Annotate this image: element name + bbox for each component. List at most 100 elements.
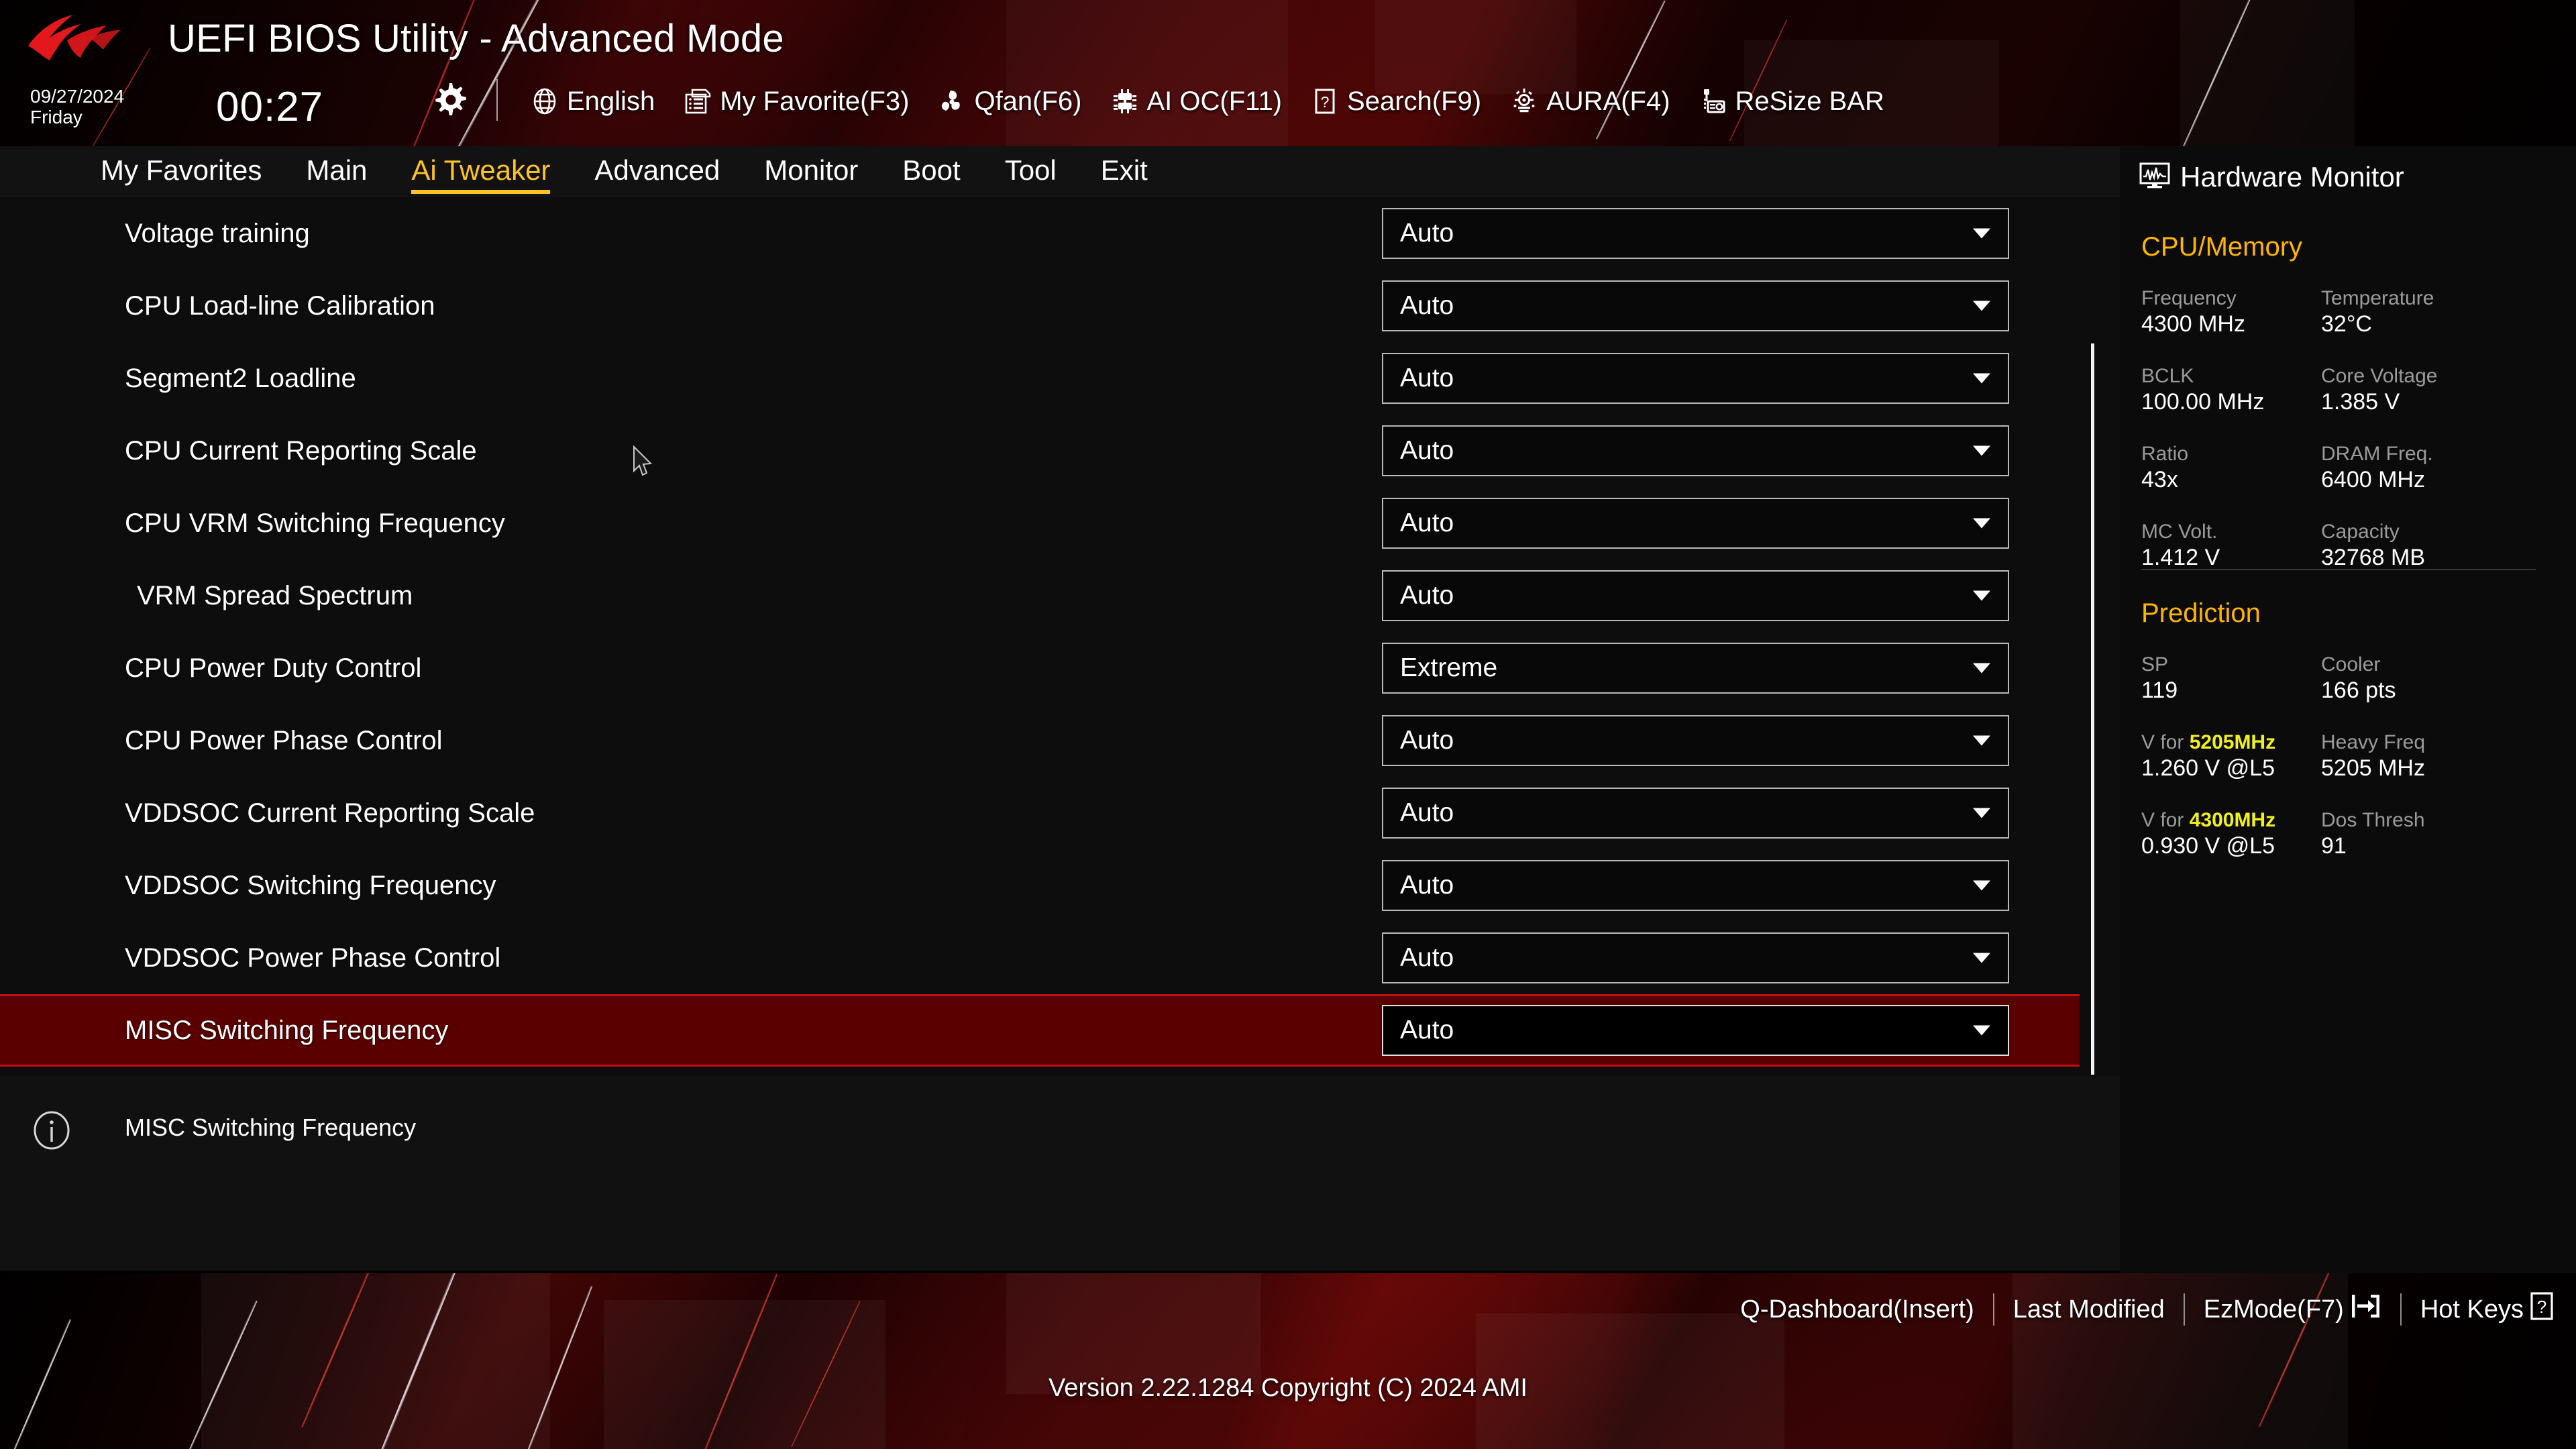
setting-dropdown[interactable]: Auto	[1382, 208, 2009, 259]
setting-label: CPU Power Duty Control	[125, 653, 422, 683]
toolbar-item-qfan[interactable]: Qfan(F6)	[937, 86, 1082, 117]
table-row[interactable]: CPU Power Duty Control Extreme	[0, 632, 2080, 704]
chevron-down-icon	[1973, 808, 1990, 818]
hw-metric-value: 166 pts	[2321, 677, 2396, 703]
hw-metric-key: V for 5205MHz	[2141, 731, 2276, 753]
dropdown-value: Auto	[1400, 364, 1454, 392]
dropdown-value: Auto	[1400, 219, 1454, 248]
setting-label: Voltage training	[125, 218, 310, 248]
scrollbar-thumb[interactable]	[2091, 343, 2094, 1075]
setting-label: CPU Power Phase Control	[125, 725, 443, 755]
hw-metric-value: 1.385 V	[2321, 388, 2400, 415]
table-row[interactable]: Segment2 Loadline Auto	[0, 342, 2080, 415]
footer-separator	[2400, 1293, 2402, 1326]
setting-dropdown[interactable]: Auto	[1382, 353, 2009, 404]
ai-chip-icon	[1110, 87, 1140, 116]
toolbar-item-search[interactable]: ? Search(F9)	[1310, 87, 1481, 117]
tab-monitor[interactable]: Monitor	[764, 154, 858, 189]
toolbar-label: AURA(F4)	[1546, 86, 1670, 116]
tab-my-favorites[interactable]: My Favorites	[101, 154, 262, 189]
table-row[interactable]: VRM Spread Spectrum Auto	[0, 559, 2080, 632]
fan-icon	[937, 87, 967, 116]
tab-exit[interactable]: Exit	[1101, 154, 1148, 189]
svg-text:?: ?	[2537, 1297, 2546, 1317]
setting-dropdown[interactable]: Auto	[1382, 570, 2009, 621]
date-text: 09/27/2024	[30, 86, 125, 107]
tab-tool[interactable]: Tool	[1005, 154, 1057, 189]
chevron-down-icon	[1973, 735, 1990, 746]
hw-metric-value: 43x	[2141, 466, 2178, 492]
tab-main[interactable]: Main	[306, 154, 367, 189]
chevron-down-icon	[1973, 663, 1990, 674]
hw-section-title: Prediction	[2141, 598, 2261, 628]
help-text: MISC Switching Frequency	[125, 1114, 417, 1141]
footer-hot-keys[interactable]: Hot Keys ?	[2420, 1291, 2553, 1328]
hw-metric-key-highlight: 4300MHz	[2189, 809, 2276, 831]
setting-dropdown[interactable]: Auto	[1382, 932, 2009, 983]
footer-ezmode[interactable]: EzMode(F7)	[2204, 1293, 2381, 1326]
dropdown-value: Auto	[1400, 436, 1454, 465]
toolbar-item-aura[interactable]: AURA(F4)	[1509, 87, 1670, 117]
hw-metric: MC Volt. 1.412 V	[2141, 521, 2343, 571]
datetime-display: 09/27/2024 Friday	[30, 86, 211, 128]
setting-dropdown[interactable]: Auto	[1382, 1005, 2009, 1056]
toolbar-label: Qfan(F6)	[974, 86, 1082, 116]
setting-dropdown[interactable]: Auto	[1382, 715, 2009, 766]
setting-dropdown[interactable]: Auto	[1382, 788, 2009, 839]
footer-separator	[1992, 1293, 1994, 1326]
page-title: UEFI BIOS Utility - Advanced Mode	[168, 17, 784, 60]
table-row[interactable]: VDDSOC Power Phase Control Auto	[0, 922, 2080, 994]
table-row[interactable]: MISC Switching Frequency Auto	[0, 994, 2080, 1067]
table-row[interactable]: VDDSOC Current Reporting Scale Auto	[0, 777, 2080, 849]
table-row[interactable]: VDDSOC Switching Frequency Auto	[0, 849, 2080, 922]
toolbar-label: AI OC(F11)	[1146, 86, 1283, 116]
svg-text:?: ?	[1321, 93, 1330, 111]
weekday-text: Friday	[30, 107, 83, 128]
toolbar-item-resize-bar[interactable]: ReSize BAR	[1699, 87, 1884, 117]
toolbar-item-language[interactable]: English	[530, 87, 655, 117]
setting-dropdown[interactable]: Auto	[1382, 425, 2009, 476]
lightbulb-icon	[1509, 87, 1539, 116]
hw-metric-key: Ratio	[2141, 443, 2189, 465]
info-icon	[32, 1111, 71, 1150]
gear-icon[interactable]	[429, 79, 470, 119]
tab-ai-tweaker[interactable]: Ai Tweaker	[411, 154, 551, 194]
hw-metric-key: Cooler	[2321, 653, 2381, 676]
hw-metric: SP 119	[2141, 653, 2343, 704]
hw-section-title: CPU/Memory	[2141, 232, 2303, 262]
dropdown-value: Auto	[1400, 581, 1454, 610]
table-row[interactable]: CPU VRM Switching Frequency Auto	[0, 487, 2080, 559]
setting-dropdown[interactable]: Extreme	[1382, 643, 2009, 694]
hw-metric-value: 4300 MHz	[2141, 311, 2245, 337]
hw-metric-key: SP	[2141, 653, 2169, 676]
hardware-monitor-label: Hardware Monitor	[2180, 161, 2404, 193]
table-row[interactable]: CPU Load-line Calibration Auto	[0, 270, 2080, 342]
globe-icon	[530, 87, 559, 116]
setting-dropdown[interactable]: Auto	[1382, 280, 2009, 331]
chevron-down-icon	[1973, 1025, 1990, 1036]
footer-q-dashboard[interactable]: Q-Dashboard(Insert)	[1740, 1295, 1974, 1324]
hw-metric: Heavy Freq 5205 MHz	[2321, 731, 2522, 782]
footer-last-modified[interactable]: Last Modified	[2013, 1295, 2165, 1324]
dropdown-value: Auto	[1400, 798, 1454, 827]
table-row[interactable]: CPU Current Reporting Scale Auto	[0, 415, 2080, 487]
hw-metric: Dos Thresh 91	[2321, 809, 2522, 859]
main-navigation: My Favorites Main Ai Tweaker Advanced Mo…	[0, 146, 2120, 197]
toolbar-item-my-favorite[interactable]: My Favorite(F3)	[683, 87, 909, 117]
tab-boot[interactable]: Boot	[902, 154, 960, 189]
setting-dropdown[interactable]: Auto	[1382, 498, 2009, 549]
chevron-down-icon	[1973, 518, 1990, 529]
table-row[interactable]: Voltage training Auto	[0, 197, 2080, 270]
chevron-down-icon	[1973, 590, 1990, 601]
setting-dropdown[interactable]: Auto	[1382, 860, 2009, 911]
help-bar: MISC Switching Frequency	[0, 1076, 2120, 1271]
bios-screen: UEFI BIOS Utility - Advanced Mode 09/27/…	[0, 0, 2576, 1449]
gpu-card-icon	[1699, 87, 1728, 116]
footer-links: Q-Dashboard(Insert) Last Modified EzMode…	[1740, 1289, 2553, 1330]
toolbar-item-ai-oc[interactable]: AI OC(F11)	[1110, 86, 1283, 117]
tab-advanced[interactable]: Advanced	[594, 154, 720, 189]
hw-metric-value: 100.00 MHz	[2141, 388, 2265, 415]
clock-text: 00:27	[216, 84, 324, 130]
hw-metric-key: MC Volt.	[2141, 521, 2218, 543]
table-row[interactable]: CPU Power Phase Control Auto	[0, 704, 2080, 777]
